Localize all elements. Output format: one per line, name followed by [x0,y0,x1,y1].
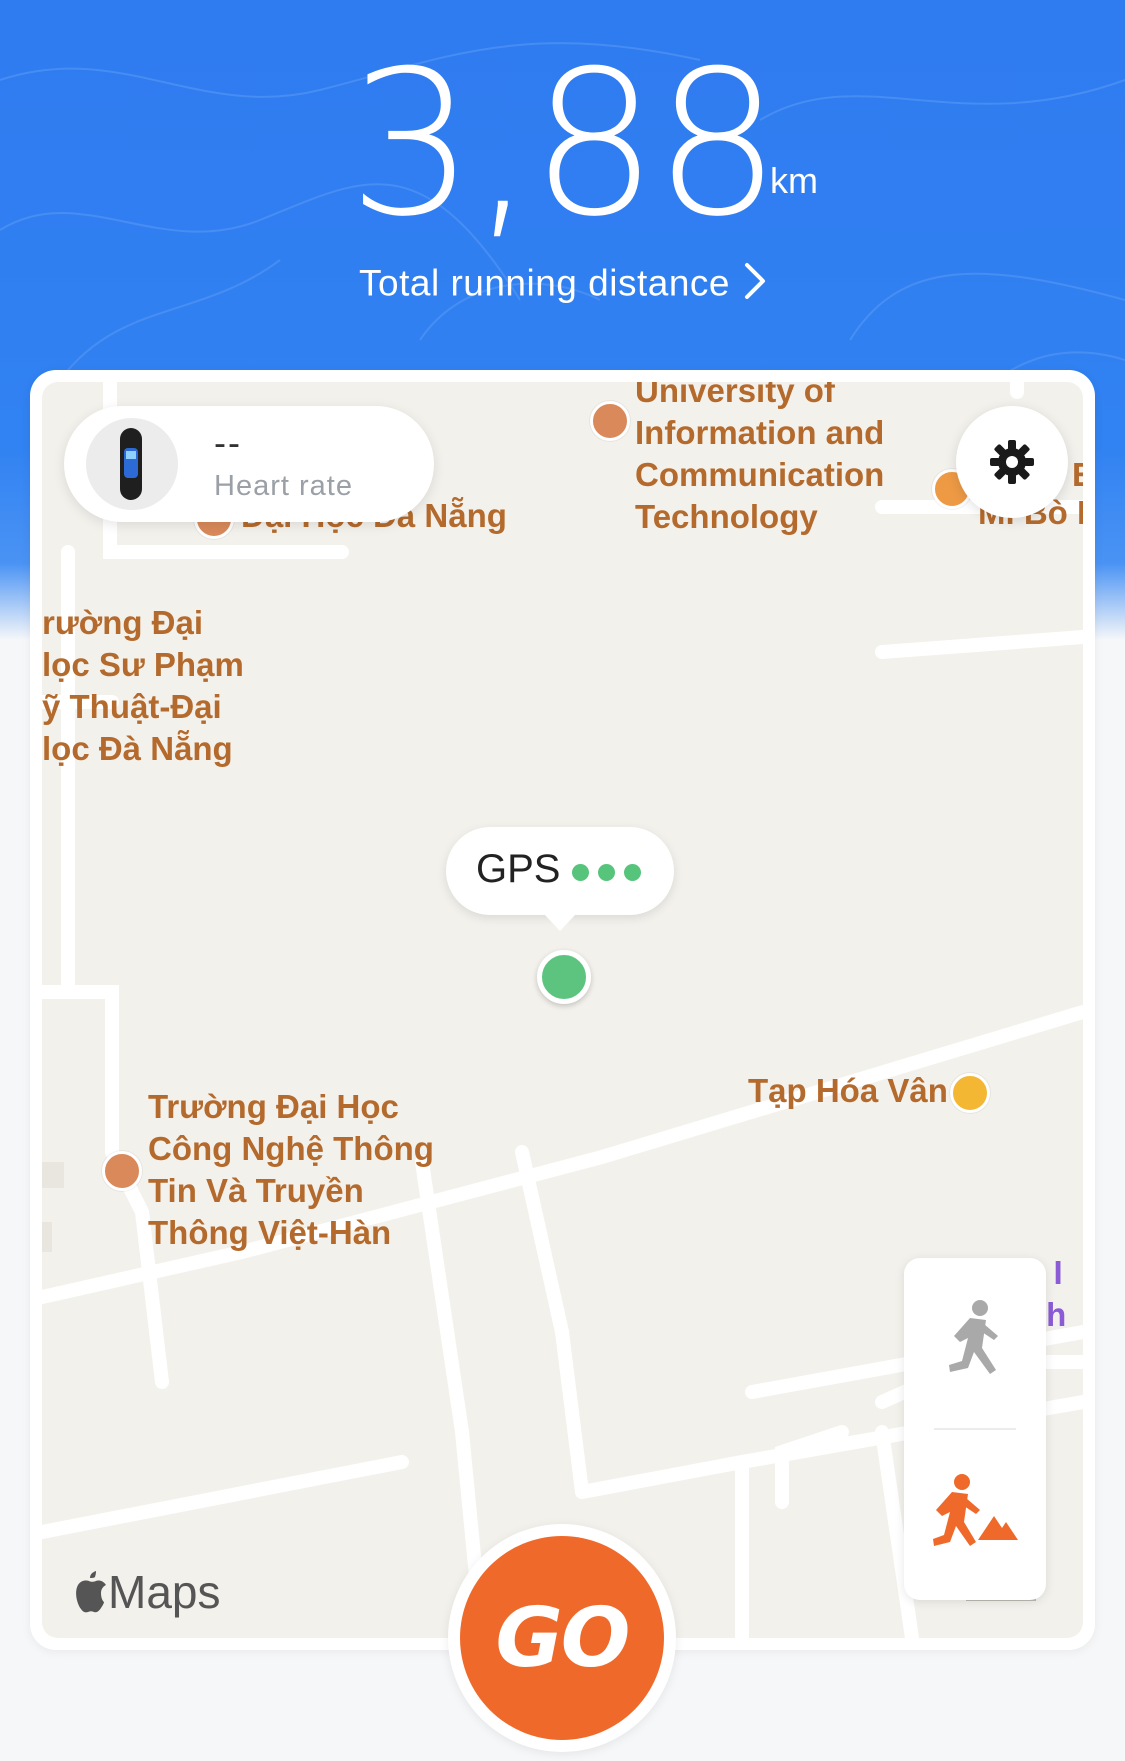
trail-running-icon [933,1474,1018,1546]
maps-attribution: Maps [72,1565,220,1619]
education-icon [590,401,630,441]
distance-unit: km [770,160,818,201]
poi-label-line: Công Nghệ Thông [148,1130,434,1167]
heart-rate-value: -- [214,422,242,463]
poi-viet-han[interactable]: Trường Đại Học Công Nghệ Thông Tin Và Tr… [148,1086,434,1254]
total-distance-link[interactable]: Total running distance [0,262,1125,309]
go-button[interactable]: GO [448,1524,676,1752]
gear-icon [990,440,1034,484]
total-distance-label: Total running distance [359,262,730,304]
poi-label-line: Communication [635,456,885,493]
current-location-marker [537,950,591,1004]
poi-mi-bo-partial[interactable]: E [1072,454,1083,496]
gps-label: GPS [476,847,561,891]
run-mode-selector [904,1258,1046,1600]
poi-label-line: Thông Việt-Hàn [148,1214,392,1251]
poi-uict[interactable]: University of Information and Communicat… [635,382,884,538]
apple-logo-icon [76,1571,106,1613]
trail-run-mode-button[interactable] [904,1430,1046,1600]
maps-attribution-text: Maps [108,1566,221,1618]
fitness-band-icon [86,418,178,510]
poi-label-line: Technology [635,498,818,535]
settings-button[interactable] [956,406,1068,518]
poi-label-line: Trường Đại Học [148,1088,399,1125]
education-icon [102,1151,142,1191]
gps-status-bubble: GPS [446,827,674,931]
poi-spkt[interactable]: rường Đại lọc Sư Phạm ỹ Thuật-Đại lọc Đà… [42,602,244,770]
poi-label-line: lọc Đà Nẵng [42,730,233,767]
chevron-right-icon [744,262,766,309]
outdoor-run-mode-button[interactable] [904,1258,1046,1428]
go-button-label: GO [460,1536,664,1740]
poi-label-line: ỹ Thuật-Đại [42,688,222,725]
shopping-cart-icon [950,1073,990,1113]
heart-rate-device-button[interactable]: -- Heart rate [64,406,434,522]
poi-label-line: rường Đại [42,604,204,641]
poi-label-line: Information and [635,414,885,451]
running-person-icon [949,1300,998,1374]
poi-label-line: lọc Sư Phạm [42,646,244,683]
poi-label-line: University of [635,382,835,409]
total-distance-value: 3,88 [347,28,781,261]
gps-signal-indicator [572,864,650,886]
distance-display: 3,88 [0,40,1125,250]
poi-tap-hoa-van[interactable]: Tạp Hóa Vân [748,1070,948,1112]
poi-label-line: Tin Và Truyền [148,1172,364,1209]
heart-rate-label: Heart rate [214,470,353,502]
